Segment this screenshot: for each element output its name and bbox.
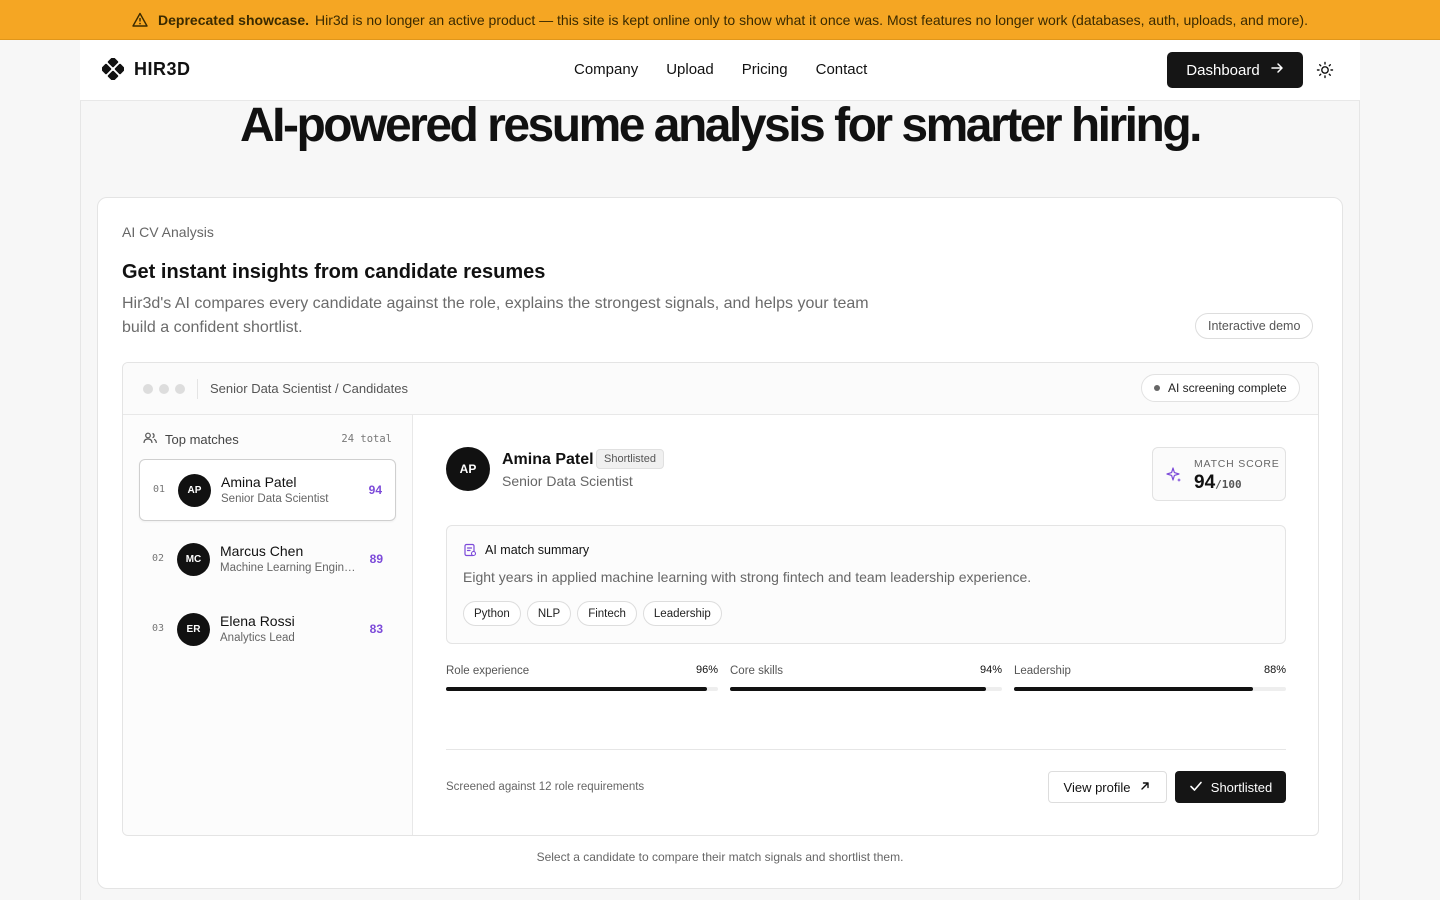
- top-nav: HIR3D Company Upload Pricing Contact Das…: [80, 40, 1360, 101]
- skill-tags: Python NLP Fintech Leadership: [463, 601, 722, 626]
- sparkle-icon: [1165, 466, 1183, 484]
- document-ai-icon: [463, 543, 477, 557]
- candidate-name: Amina Patel: [221, 474, 297, 490]
- view-profile-label: View profile: [1063, 779, 1131, 795]
- candidate-rank: 02: [152, 553, 165, 564]
- nav-links: Company Upload Pricing Contact: [574, 61, 867, 78]
- metric-label: Core skills: [730, 665, 784, 677]
- users-icon: [143, 431, 157, 448]
- candidate-name: Marcus Chen: [220, 543, 304, 559]
- hero-title: AI-powered resume analysis for smarter h…: [239, 99, 1203, 152]
- demo-app-window: Senior Data Scientist / Candidates AI sc…: [122, 362, 1319, 836]
- detail-candidate-role: Senior Data Scientist: [502, 473, 633, 489]
- match-score-max: /100: [1215, 478, 1242, 491]
- skill-tag: Fintech: [577, 601, 637, 626]
- screening-footnote: Screened against 12 role requirements: [446, 781, 645, 793]
- dashboard-button-label: Dashboard: [1186, 61, 1260, 79]
- metric-value: 96%: [695, 664, 718, 676]
- candidate-role: Senior Data Scientist: [221, 493, 329, 505]
- candidate-rank: 03: [152, 623, 165, 634]
- candidate-score: 94: [368, 483, 382, 497]
- sidebar-heading: Top matches: [143, 431, 239, 448]
- skill-tag: NLP: [526, 601, 572, 626]
- metric-bar: [1014, 687, 1254, 691]
- candidate-detail: AP Amina Patel Shortlisted Senior Data S…: [414, 415, 1318, 835]
- shortlisted-button-label: Shortlisted: [1210, 779, 1273, 795]
- arrow-up-right-icon: [1139, 780, 1151, 795]
- view-profile-button[interactable]: View profile: [1048, 771, 1167, 803]
- avatar: AP: [178, 474, 211, 507]
- skill-tag: Python: [463, 601, 521, 626]
- logo-icon: [100, 56, 126, 82]
- metric-bar: [730, 687, 986, 691]
- banner-strong: Deprecated showcase.: [158, 11, 309, 28]
- detail-candidate-name: Amina Patel: [502, 451, 594, 468]
- metric-value: 94%: [979, 664, 1002, 676]
- interactive-demo-badge: Interactive demo: [1195, 313, 1314, 339]
- banner-text: Hir3d is no longer an active product — t…: [315, 11, 1308, 28]
- metric-bar: [446, 687, 708, 691]
- breadcrumb: Senior Data Scientist / Candidates: [210, 381, 408, 396]
- status-badge: AI screening complete: [1141, 374, 1300, 402]
- match-score-value: 94/100: [1194, 472, 1242, 494]
- avatar: ER: [177, 613, 210, 646]
- candidate-name: Elena Rossi: [220, 613, 295, 629]
- status-dot-icon: [1154, 385, 1160, 391]
- candidate-sidebar: Top matches 24 total 01 AP Amina Patel S…: [123, 415, 413, 835]
- nav-link-contact[interactable]: Contact: [816, 61, 868, 78]
- candidate-total: 24 total: [341, 433, 392, 445]
- ai-summary-panel: AI match summary Eight years in applied …: [446, 525, 1286, 644]
- sun-icon[interactable]: [1316, 61, 1334, 79]
- avatar: MC: [177, 543, 210, 576]
- app-title-bar: Senior Data Scientist / Candidates AI sc…: [123, 363, 1318, 415]
- warning-icon: [132, 12, 148, 28]
- status-badge-label: AI screening complete: [1168, 381, 1287, 395]
- deprecation-banner: Deprecated showcase. Hir3d is no longer …: [0, 0, 1440, 40]
- arrow-right-icon: [1270, 61, 1284, 79]
- window-dots: [143, 384, 185, 394]
- nav-link-pricing[interactable]: Pricing: [742, 61, 788, 78]
- candidate-role: Analytics Lead: [220, 632, 295, 644]
- metric-track: [730, 687, 1002, 691]
- metric-label: Role experience: [446, 665, 530, 677]
- skill-tag: Leadership: [642, 601, 722, 626]
- candidate-rank: 01: [153, 484, 166, 495]
- sidebar-heading-label: Top matches: [165, 432, 239, 447]
- card-caption: Select a candidate to compare their matc…: [536, 850, 904, 864]
- logo[interactable]: HIR3D: [100, 56, 191, 82]
- metric-value: 88%: [1263, 664, 1286, 676]
- candidate-score: 89: [369, 552, 383, 566]
- match-score-box: MATCH SCORE 94/100: [1152, 447, 1286, 501]
- logo-text: HIR3D: [134, 58, 191, 79]
- title-bar-divider: [197, 379, 198, 399]
- candidate-item[interactable]: 02 MC Marcus Chen Machine Learning Engin…: [139, 529, 396, 591]
- card-title: Get instant insights from candidate resu…: [122, 261, 546, 283]
- candidate-item[interactable]: 01 AP Amina Patel Senior Data Scientist …: [139, 459, 396, 521]
- match-score-label: MATCH SCORE: [1194, 458, 1280, 470]
- card-description: Hir3d's AI compares every candidate agai…: [122, 295, 869, 336]
- check-icon: [1189, 779, 1203, 796]
- shortlisted-button[interactable]: Shortlisted: [1175, 771, 1286, 803]
- avatar: AP: [446, 447, 490, 491]
- nav-link-upload[interactable]: Upload: [666, 61, 714, 78]
- ai-summary-text: Eight years in applied machine learning …: [463, 569, 1032, 585]
- candidate-item[interactable]: 03 ER Elena Rossi Analytics Lead 83: [139, 599, 396, 661]
- metric-track: [1014, 687, 1286, 691]
- metric-track: [446, 687, 718, 691]
- detail-divider: [446, 749, 1286, 750]
- card-eyebrow: AI CV Analysis: [122, 224, 214, 240]
- shortlisted-badge: Shortlisted: [596, 449, 664, 469]
- nav-link-company[interactable]: Company: [574, 61, 638, 78]
- dashboard-button[interactable]: Dashboard: [1167, 52, 1303, 88]
- metric-label: Leadership: [1014, 665, 1071, 677]
- candidate-role: Machine Learning Engineer: [220, 562, 360, 574]
- analysis-card: AI CV Analysis Get instant insights from…: [97, 197, 1343, 889]
- ai-summary-title: AI match summary: [485, 543, 590, 557]
- match-score-number: 94: [1194, 472, 1216, 493]
- candidate-score: 83: [369, 622, 383, 636]
